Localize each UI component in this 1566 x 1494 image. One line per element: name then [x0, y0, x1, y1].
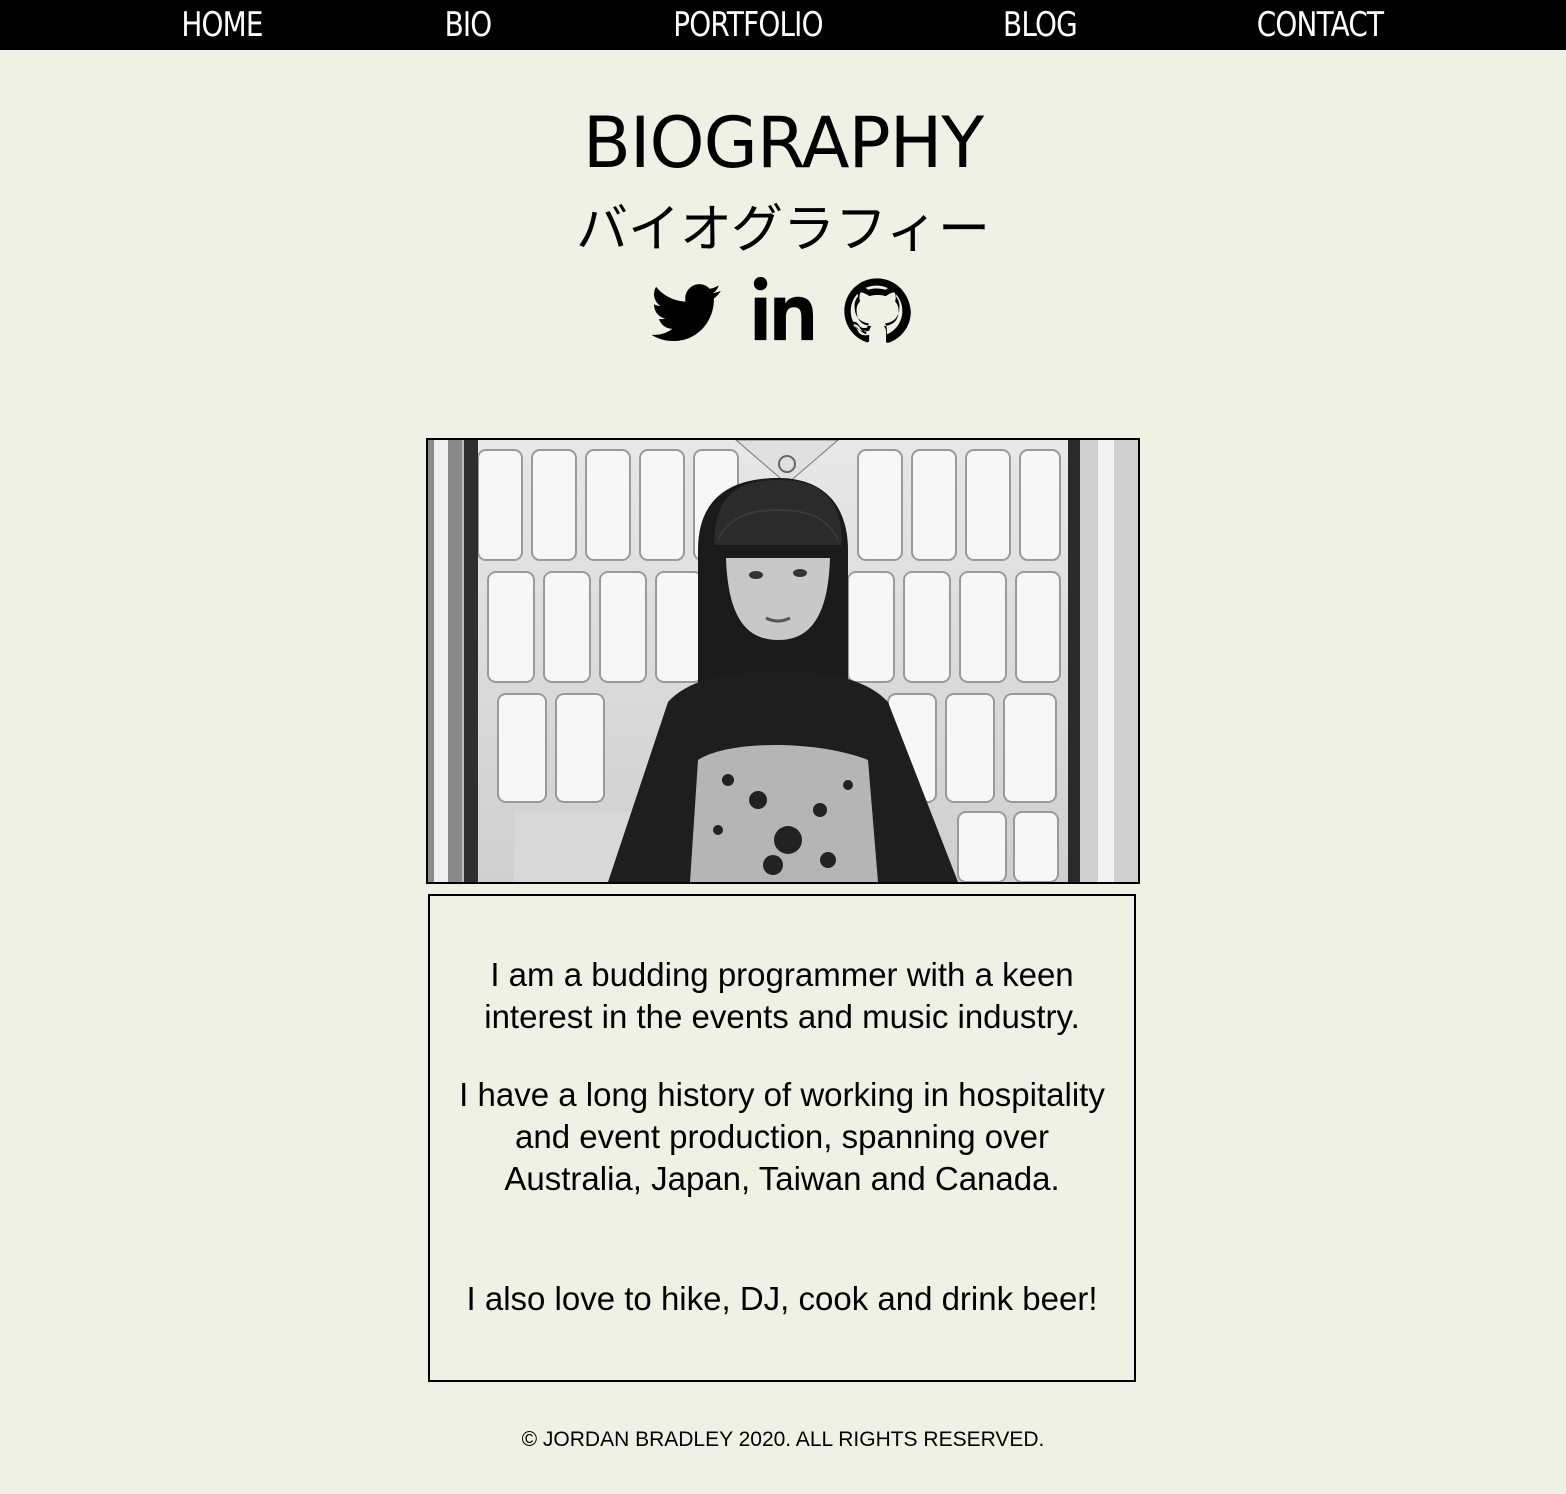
linkedin-icon — [753, 276, 814, 341]
footer-copyright: © JORDAN BRADLEY 2020. ALL RIGHTS RESERV… — [521, 1428, 1045, 1451]
github-icon — [844, 278, 911, 343]
nav-home-link[interactable]: HOME — [163, 0, 281, 50]
profile-photo-illustration — [428, 440, 1138, 882]
page-subtitle-japanese: バイオグラフィー — [576, 200, 990, 260]
social-links — [0, 276, 1566, 346]
page-title: BIOGRAPHY — [582, 102, 984, 184]
nav-portfolio-link[interactable]: PORTFOLIO — [659, 0, 836, 50]
bio-photo — [426, 438, 1140, 884]
bio-paragraph-2: I have a long history of working in hosp… — [459, 1076, 1105, 1197]
top-nav: HOME BIO PORTFOLIO BLOG CONTACT — [0, 0, 1566, 50]
nav-bio-link[interactable]: BIO — [429, 0, 508, 50]
linkedin-link[interactable] — [748, 276, 818, 346]
twitter-link[interactable] — [652, 276, 722, 346]
bio-paragraph-3: I also love to hike, DJ, cook and drink … — [466, 1280, 1098, 1317]
github-link[interactable] — [842, 276, 912, 346]
bio-paragraph-1: I am a budding programmer with a keen in… — [484, 956, 1080, 1035]
nav-contact-link[interactable]: CONTACT — [1250, 0, 1389, 50]
nav-blog-link[interactable]: BLOG — [991, 0, 1089, 50]
twitter-icon — [652, 284, 721, 342]
bio-text-box: I am a budding programmer with a keen in… — [428, 894, 1136, 1382]
